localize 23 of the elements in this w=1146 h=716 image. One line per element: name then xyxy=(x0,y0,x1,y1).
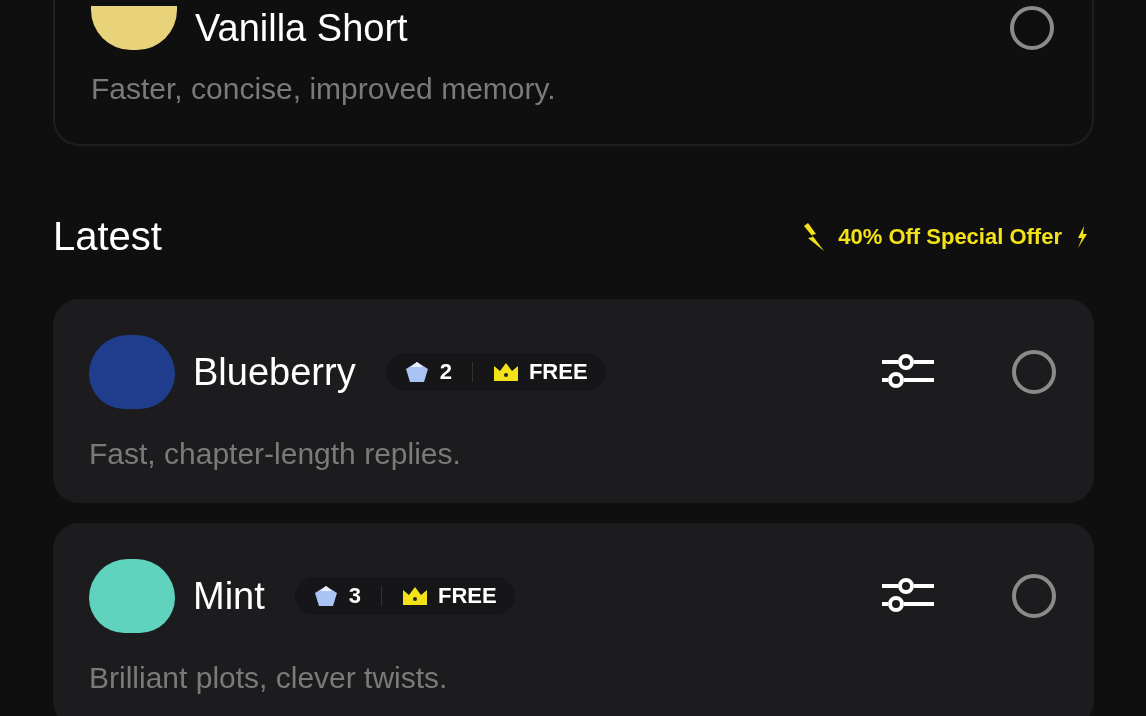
model-card[interactable]: Mint 3 FREE Brilliant plots, clever twists. xyxy=(53,523,1094,716)
tier-label: FREE xyxy=(438,583,497,609)
model-description: Faster, concise, improved memory. xyxy=(91,72,557,106)
radio-button[interactable] xyxy=(1010,6,1054,50)
radio-button[interactable] xyxy=(1012,350,1056,394)
crown-icon xyxy=(492,362,519,382)
model-card[interactable]: Vanilla Short Faster, concise, improved memory. xyxy=(53,0,1094,146)
gem-count: 2 xyxy=(439,359,452,385)
model-name: Vanilla Short xyxy=(195,6,408,50)
tier-label: FREE xyxy=(528,359,588,385)
offer-link[interactable]: 40% Off Special Offer xyxy=(838,223,1062,250)
model-name: Mint xyxy=(193,574,265,618)
gem-icon xyxy=(403,360,430,384)
section-title: Latest xyxy=(53,214,162,259)
crown-icon xyxy=(402,586,429,606)
model-card[interactable]: Blueberry 2 FREE Fast, chapter-length replies. xyxy=(53,299,1094,503)
lightning-icon xyxy=(802,221,827,252)
radio-button[interactable] xyxy=(1012,574,1056,618)
gem-icon xyxy=(312,584,339,608)
model-description: Fast, chapter-length replies. xyxy=(89,437,462,471)
model-description: Brilliant plots, clever twists. xyxy=(89,661,449,695)
gem-count: 3 xyxy=(348,583,362,609)
model-name: Blueberry xyxy=(193,350,356,394)
